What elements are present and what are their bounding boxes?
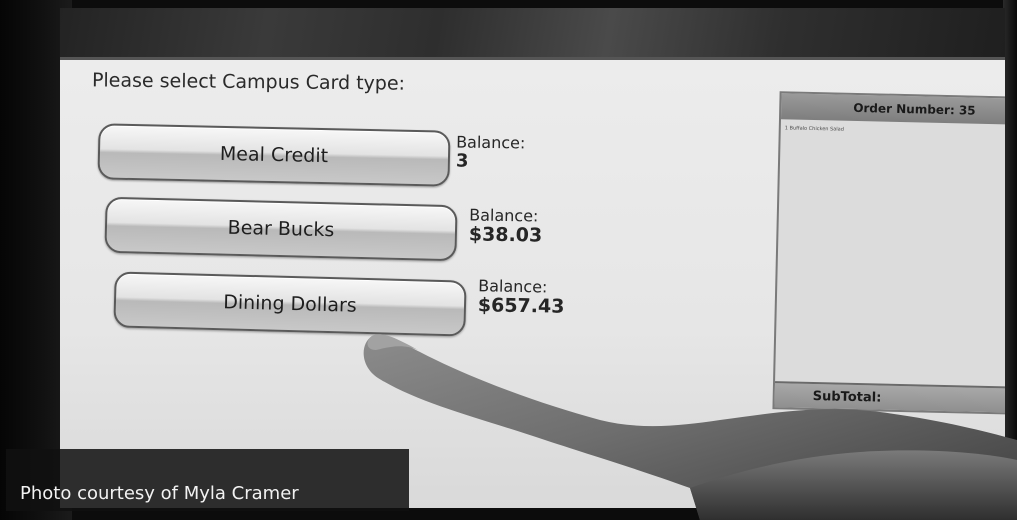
card-type-prompt: Please select Campus Card type: (91, 69, 406, 95)
meal-credit-button[interactable]: Meal Credit (97, 123, 451, 187)
kiosk-bezel-right (1003, 0, 1017, 520)
dining-dollars-button[interactable]: Dining Dollars (113, 271, 467, 337)
photo-credit-text: Photo courtesy of Myla Cramer (20, 483, 299, 504)
balance-value: $657.43 (477, 294, 565, 319)
balance-value: 3 (455, 150, 469, 173)
screen-header-banner (60, 8, 1005, 60)
bear-bucks-balance: Balance: $38.03 (468, 205, 543, 247)
order-summary-panel: Order Number: 35 1 Buffalo Chicken Salad… (772, 91, 1005, 415)
subtotal-label: SubTotal: (774, 381, 1005, 413)
balance-label: Balance: (456, 132, 526, 153)
balance-value: $38.03 (468, 223, 543, 247)
photo-credit-caption: Photo courtesy of Myla Cramer (6, 449, 409, 511)
dining-dollars-balance: Balance: $657.43 (477, 276, 565, 319)
bear-bucks-button[interactable]: Bear Bucks (104, 196, 458, 262)
order-number-header: Order Number: 35 (781, 93, 1005, 125)
meal-credit-balance: Balance: 3 (455, 132, 526, 174)
order-line-item: 1 Buffalo Chicken Salad (784, 125, 844, 133)
kiosk-screen: Please select Campus Card type: Meal Cre… (60, 8, 1005, 508)
